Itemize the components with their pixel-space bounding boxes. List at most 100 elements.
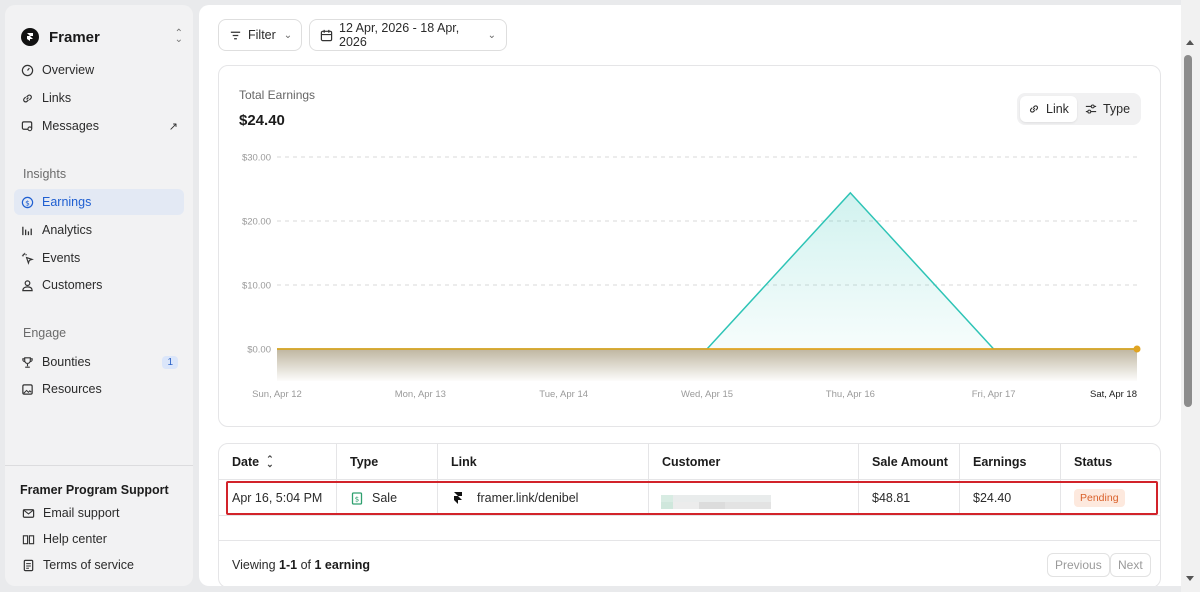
table-footer: Viewing 1-1 of 1 earning Previous Next — [219, 540, 1160, 586]
link-icon — [1028, 103, 1040, 115]
cell-link-label: framer.link/denibel — [477, 491, 579, 505]
sidebar-item-customers[interactable]: Customers — [14, 272, 184, 298]
gauge-icon — [20, 63, 34, 77]
next-page-button[interactable]: Next — [1110, 553, 1151, 577]
support-title: Framer Program Support — [20, 483, 169, 497]
external-link-icon: ↗ — [168, 120, 178, 133]
sidebar-item-label: Overview — [42, 63, 95, 77]
svg-text:$: $ — [355, 495, 359, 503]
calendar-icon — [320, 28, 333, 42]
cursor-click-icon — [20, 251, 34, 265]
sidebar-item-label: Events — [42, 251, 81, 265]
y-tick-label: $0.00 — [247, 345, 271, 356]
svg-text:$: $ — [25, 198, 30, 207]
column-header-label: Customer — [662, 455, 721, 469]
x-tick-label: Fri, Apr 17 — [972, 389, 1016, 400]
column-header-label: Earnings — [973, 455, 1027, 469]
group-by-type-button[interactable]: Type — [1077, 96, 1138, 122]
dollar-circle-icon: $ — [20, 195, 34, 209]
sidebar-item-analytics[interactable]: Analytics — [14, 217, 184, 243]
sidebar-item-label: Customers — [42, 278, 103, 292]
column-header-earnings: Earnings — [960, 444, 1061, 480]
sidebar-item-messages[interactable]: Messages ↗ — [14, 113, 184, 139]
status-badge: Pending — [1074, 489, 1125, 507]
redacted-customer — [661, 495, 771, 509]
cell-earnings: $24.40 — [960, 480, 1061, 516]
main-content: Filter ⌄ 12 Apr, 2026 - 18 Apr, 2026 ⌄ $… — [199, 5, 1181, 586]
terms-link[interactable]: Terms of service — [21, 558, 134, 572]
filter-lines-icon — [229, 28, 242, 42]
viewing-of: of — [297, 558, 315, 572]
column-header-label: Type — [350, 455, 379, 469]
table-header: Date ⌃ ⌄ Type Link Customer Sale Amount E… — [219, 444, 1160, 480]
terms-label: Terms of service — [43, 558, 134, 572]
group-by-link-button[interactable]: Link — [1020, 96, 1077, 122]
sidebar-item-overview[interactable]: Overview — [14, 57, 184, 83]
cell-date: Apr 16, 5:04 PM — [219, 480, 337, 516]
column-header-date[interactable]: Date ⌃ ⌄ — [219, 444, 337, 480]
filter-label: Filter — [248, 28, 276, 42]
viewing-count: 1 earning — [314, 558, 371, 572]
sidebar-item-label: Links — [42, 91, 72, 105]
scrollbar-thumb[interactable] — [1184, 55, 1192, 407]
date-range-label: 12 Apr, 2026 - 18 Apr, 2026 — [339, 21, 460, 49]
cell-status: Pending — [1061, 480, 1160, 516]
section-label-engage: Engage — [23, 326, 67, 340]
sliders-icon — [1085, 103, 1097, 115]
group-by-link-label: Link — [1046, 102, 1069, 116]
sidebar-item-bounties[interactable]: Bounties 1 — [14, 349, 184, 375]
earnings-table: Date ⌃ ⌄ Type Link Customer Sale Amount E… — [218, 443, 1161, 586]
group-by-toggle: Link Type — [1017, 93, 1141, 125]
baseline-band — [277, 349, 1137, 381]
sidebar-item-events[interactable]: Events — [14, 245, 184, 271]
previous-page-button[interactable]: Previous — [1047, 553, 1110, 577]
bounties-count-badge: 1 — [162, 355, 178, 369]
table-row[interactable]: Apr 16, 5:04 PM $ Sale framer.link/denib… — [219, 480, 1160, 516]
sidebar-item-label: Resources — [42, 382, 102, 396]
cell-type: $ Sale — [337, 480, 438, 516]
chevron-down-icon: ⌄ — [283, 29, 293, 41]
sidebar-item-earnings[interactable]: $ Earnings — [14, 189, 184, 215]
help-center-link[interactable]: Help center — [21, 532, 107, 546]
user-icon — [20, 278, 34, 292]
y-tick-label: $10.00 — [242, 281, 271, 292]
link-icon — [20, 91, 34, 105]
brand-name: Framer — [49, 28, 100, 46]
trophy-icon — [20, 355, 34, 369]
y-tick-label: $20.00 — [242, 217, 271, 228]
sidebar-item-resources[interactable]: Resources — [14, 376, 184, 402]
framer-logo-icon — [21, 28, 39, 46]
sidebar-item-label: Earnings — [42, 195, 92, 209]
workspace-switcher[interactable]: Framer ⌃ ⌄ — [21, 27, 183, 47]
image-folder-icon — [20, 382, 34, 396]
series-endpoint-dot — [1133, 345, 1141, 353]
column-header-sale-amount: Sale Amount — [859, 444, 960, 480]
scroll-up-arrow-icon[interactable] — [1186, 40, 1194, 45]
section-label-insights: Insights — [23, 167, 67, 181]
column-header-status: Status — [1061, 444, 1160, 480]
column-header-type: Type — [337, 444, 438, 480]
bar-chart-icon — [20, 223, 34, 237]
x-tick-label: Mon, Apr 13 — [395, 389, 446, 400]
filter-button[interactable]: Filter ⌄ — [218, 19, 302, 51]
column-header-link: Link — [438, 444, 649, 480]
chevron-down-icon: ⌄ — [487, 29, 496, 41]
column-header-label: Status — [1074, 455, 1113, 469]
column-header-label: Sale Amount — [872, 455, 948, 469]
x-tick-label: Tue, Apr 14 — [539, 389, 588, 400]
y-tick-label: $30.00 — [242, 153, 271, 164]
total-earnings-value: $24.40 — [239, 112, 285, 129]
sidebar-item-links[interactable]: Links — [14, 85, 184, 111]
cell-customer — [649, 480, 859, 516]
support-section: Framer Program Support Email support Hel… — [5, 465, 193, 586]
email-support-link[interactable]: Email support — [21, 506, 119, 520]
viewing-range: 1-1 — [279, 558, 298, 572]
cell-sale-amount: $48.81 — [859, 480, 960, 516]
card-title: Total Earnings — [239, 88, 316, 102]
sidebar: Framer ⌃ ⌄ Overview Links Messages ↗ Insi… — [5, 5, 193, 586]
email-support-label: Email support — [43, 506, 120, 520]
scroll-down-arrow-icon[interactable] — [1186, 576, 1194, 581]
cell-link[interactable]: framer.link/denibel — [438, 480, 649, 516]
date-range-picker[interactable]: 12 Apr, 2026 - 18 Apr, 2026 ⌄ — [309, 19, 507, 51]
earnings-card: $0.00 $10.00 $20.00 $30.00 Sun, Apr 12 Mon, A… — [218, 65, 1161, 427]
